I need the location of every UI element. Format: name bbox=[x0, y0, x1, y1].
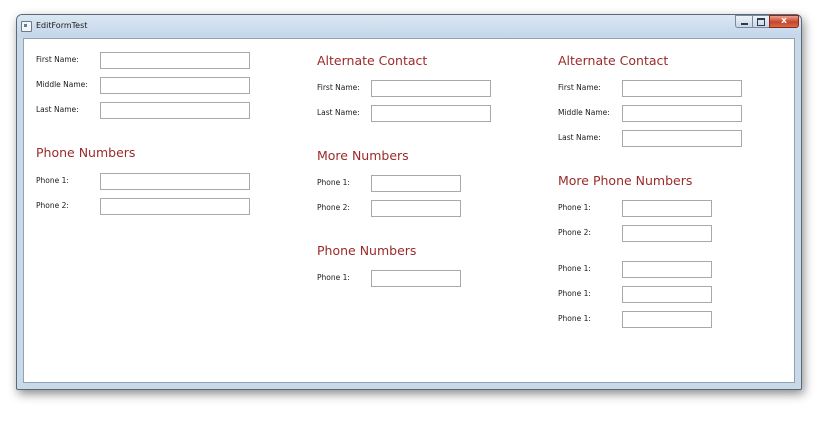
alt-first-name-label: First Name: bbox=[317, 83, 360, 92]
phone-numbers-heading-2: Phone Numbers bbox=[317, 243, 417, 258]
col3-phone3-field[interactable] bbox=[622, 261, 712, 278]
col3-phone2-field[interactable] bbox=[622, 225, 712, 242]
alternate-contact-heading: Alternate Contact bbox=[317, 53, 428, 68]
phone-numbers-heading: Phone Numbers bbox=[36, 145, 136, 160]
middle-name-label: Middle Name: bbox=[36, 80, 88, 89]
more-phone2-field[interactable] bbox=[371, 200, 461, 217]
maximize-button[interactable] bbox=[752, 15, 769, 28]
alt-last-name-label: Last Name: bbox=[317, 108, 360, 117]
phone1-label: Phone 1: bbox=[36, 176, 69, 185]
alt2-middle-name-label: Middle Name: bbox=[558, 108, 610, 117]
alt2-first-name-label: First Name: bbox=[558, 83, 601, 92]
more-phone1-field[interactable] bbox=[371, 175, 461, 192]
last-name-label: Last Name: bbox=[36, 105, 79, 114]
phone2-label: Phone 2: bbox=[36, 201, 69, 210]
col2-phone1-field[interactable] bbox=[371, 270, 461, 287]
close-button[interactable]: x bbox=[769, 15, 799, 28]
title-bar[interactable]: EditFormTest x bbox=[17, 15, 801, 37]
middle-name-field[interactable] bbox=[100, 77, 250, 94]
alt2-last-name-field[interactable] bbox=[622, 130, 742, 147]
minimize-button[interactable] bbox=[735, 15, 752, 28]
col3-phone1-label: Phone 1: bbox=[558, 203, 591, 212]
more-numbers-heading: More Numbers bbox=[317, 148, 409, 163]
more-phone2-label: Phone 2: bbox=[317, 203, 350, 212]
close-icon: x bbox=[781, 16, 787, 26]
alt2-middle-name-field[interactable] bbox=[622, 105, 742, 122]
caption-buttons: x bbox=[735, 15, 799, 29]
col3-phone4-field[interactable] bbox=[622, 286, 712, 303]
col3-phone5-field[interactable] bbox=[622, 311, 712, 328]
col3-phone4-label: Phone 1: bbox=[558, 289, 591, 298]
col3-phone2-label: Phone 2: bbox=[558, 228, 591, 237]
app-window: EditFormTest x First Name: Middle Name: … bbox=[16, 14, 802, 390]
more-phone-numbers-heading: More Phone Numbers bbox=[558, 173, 693, 188]
last-name-field[interactable] bbox=[100, 102, 250, 119]
phone2-field[interactable] bbox=[100, 198, 250, 215]
alternate-contact-heading-2: Alternate Contact bbox=[558, 53, 669, 68]
app-icon[interactable] bbox=[21, 21, 32, 32]
alt-first-name-field[interactable] bbox=[371, 80, 491, 97]
more-phone1-label: Phone 1: bbox=[317, 178, 350, 187]
form-area: First Name: Middle Name: Last Name: Phon… bbox=[23, 38, 795, 383]
first-name-label: First Name: bbox=[36, 55, 79, 64]
phone1-field[interactable] bbox=[100, 173, 250, 190]
alt-last-name-field[interactable] bbox=[371, 105, 491, 122]
minimize-icon bbox=[740, 22, 748, 25]
maximize-icon bbox=[757, 17, 765, 26]
col2-phone1-label: Phone 1: bbox=[317, 273, 350, 282]
alt2-last-name-label: Last Name: bbox=[558, 133, 601, 142]
alt2-first-name-field[interactable] bbox=[622, 80, 742, 97]
col3-phone5-label: Phone 1: bbox=[558, 314, 591, 323]
col3-phone1-field[interactable] bbox=[622, 200, 712, 217]
first-name-field[interactable] bbox=[100, 52, 250, 69]
window-title: EditFormTest bbox=[36, 21, 88, 30]
col3-phone3-label: Phone 1: bbox=[558, 264, 591, 273]
